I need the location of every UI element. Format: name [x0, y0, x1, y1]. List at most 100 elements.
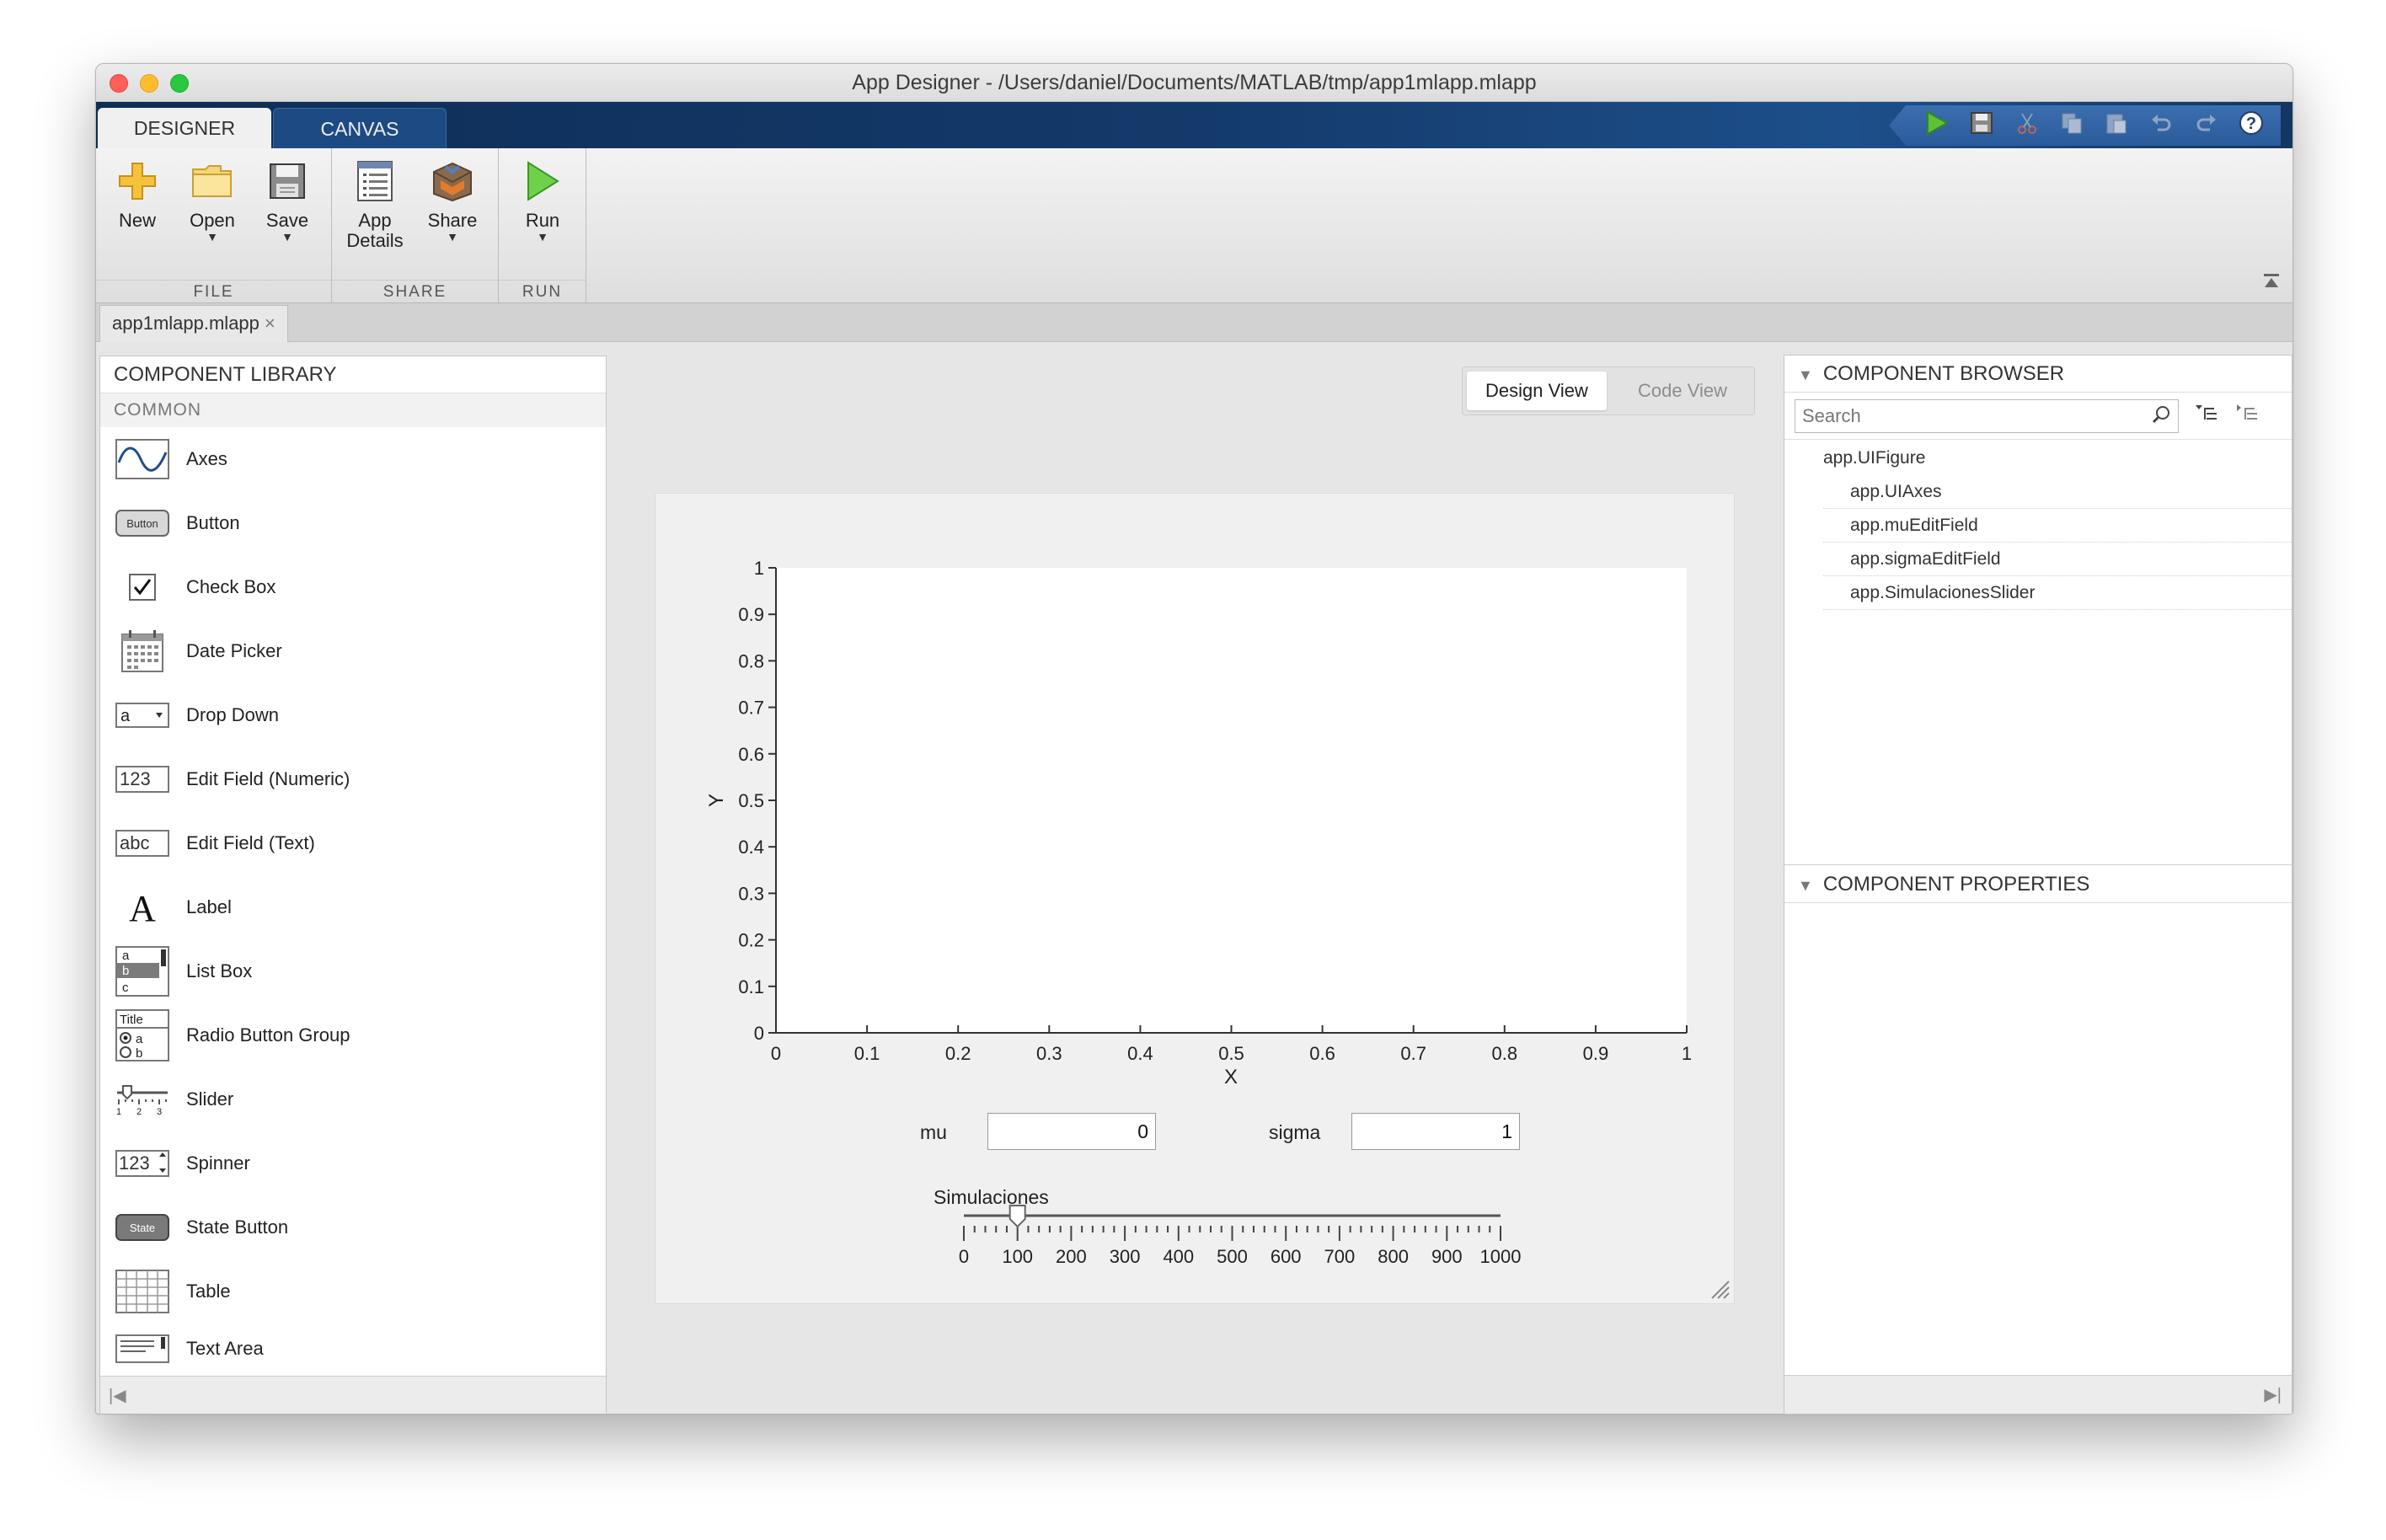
y-tick-label: 0.7	[738, 698, 764, 719]
slider-tick-label: 400	[1163, 1246, 1194, 1267]
cut-icon[interactable]	[2012, 111, 2042, 141]
share-button[interactable]: Share ▼	[415, 157, 490, 243]
slider-tick-label: 800	[1378, 1246, 1409, 1267]
title-bar: App Designer - /Users/daniel/Documents/M…	[96, 64, 2292, 102]
listbox-icon: abc	[115, 946, 169, 997]
share-group-label: SHARE	[332, 280, 498, 303]
scroll-first-icon[interactable]: |◀	[109, 1387, 126, 1405]
library-item-slider[interactable]: 1 2 3 Slider	[100, 1067, 606, 1131]
x-tick-label: 0	[771, 1043, 781, 1064]
design-view-button[interactable]: Design View	[1467, 372, 1607, 410]
slider-tick-label: 600	[1271, 1246, 1302, 1267]
ui-axes[interactable]: 0 0.1 0.2 0.3 0.4 0.5 0.6 0.7 0.8 0.9 1 0 0.1 0.2 0.3…	[655, 494, 1736, 1305]
library-item-label: State Button	[186, 1216, 289, 1238]
browser-search-input[interactable]: Search	[1795, 398, 2179, 433]
window-zoom-button[interactable]	[170, 74, 189, 93]
library-item-label: Spinner	[186, 1152, 250, 1174]
window-close-button[interactable]	[110, 74, 128, 93]
collapse-all-icon[interactable]	[2234, 403, 2260, 430]
new-button[interactable]: New	[99, 157, 175, 231]
x-tick-label: 0.6	[1309, 1043, 1335, 1064]
app-details-button[interactable]: App Details	[337, 157, 413, 251]
slider-tick-label: 200	[1056, 1246, 1087, 1267]
text-field-icon: abc	[115, 822, 169, 864]
save-icon[interactable]	[1966, 111, 1997, 141]
library-item-text-area[interactable]: Text Area	[100, 1323, 606, 1374]
help-icon[interactable]: ?	[2236, 110, 2266, 142]
component-browser-header[interactable]: ▼ COMPONENT BROWSER	[1784, 356, 2292, 393]
run-button[interactable]: Run ▼	[505, 157, 580, 243]
tree-item-simulaciones-slider[interactable]: app.SimulacionesSlider	[1823, 576, 2292, 610]
save-dropdown-icon[interactable]: ▼	[249, 231, 325, 243]
open-dropdown-icon[interactable]: ▼	[174, 231, 250, 243]
copy-icon[interactable]	[2057, 111, 2087, 141]
library-item-state-button[interactable]: State State Button	[100, 1195, 606, 1259]
mu-edit-field[interactable]: 0	[987, 1113, 1156, 1150]
run-icon[interactable]	[1922, 110, 1952, 142]
library-item-button[interactable]: Button Button	[100, 491, 606, 555]
library-item-label: Edit Field (Text)	[186, 832, 315, 853]
slider-tick-label: 900	[1431, 1246, 1463, 1267]
library-item-axes[interactable]: Axes	[100, 427, 606, 491]
tree-item-mu-edit-field[interactable]: app.muEditField	[1823, 509, 2292, 543]
library-item-table[interactable]: Table	[100, 1259, 606, 1323]
collapse-triangle-icon[interactable]: ▼	[1798, 356, 1813, 393]
library-item-label: Text Area	[186, 1338, 264, 1359]
run-dropdown-icon[interactable]: ▼	[505, 231, 580, 243]
open-button[interactable]: Open ▼	[174, 157, 250, 243]
undo-icon[interactable]	[2146, 111, 2176, 141]
library-item-drop-down[interactable]: a Drop Down	[100, 683, 606, 747]
resize-grip-icon[interactable]	[1709, 1278, 1731, 1300]
library-item-label: Radio Button Group	[186, 1024, 350, 1045]
save-button[interactable]: Save ▼	[249, 157, 325, 243]
window-minimize-button[interactable]	[140, 74, 158, 93]
library-item-label: Drop Down	[186, 704, 280, 725]
library-item-label: Date Picker	[186, 640, 282, 661]
svg-text:2: 2	[136, 1107, 142, 1116]
close-tab-icon[interactable]: ×	[265, 313, 276, 334]
document-tab-name: app1mlapp.mlapp	[112, 313, 259, 334]
share-icon	[431, 160, 474, 207]
axes-plot-area	[776, 568, 1687, 1033]
mu-label: mu	[920, 1121, 947, 1143]
library-item-date-picker[interactable]: Date Picker	[100, 619, 606, 683]
redo-icon[interactable]	[2191, 111, 2222, 141]
library-item-edit-field-numeric[interactable]: 123 Edit Field (Numeric)	[100, 747, 606, 811]
code-view-button[interactable]: Code View	[1613, 372, 1752, 410]
library-item-check-box[interactable]: Check Box	[100, 555, 606, 619]
x-tick-label: 0.8	[1492, 1043, 1518, 1064]
collapse-toolstrip-icon[interactable]	[2262, 272, 2281, 296]
slider-label: Simulaciones	[934, 1186, 1049, 1208]
paste-icon[interactable]	[2101, 111, 2132, 141]
tree-item-uifigure[interactable]: app.UIFigure	[1784, 441, 2292, 475]
y-tick-label: 1	[754, 558, 764, 579]
library-item-label-component[interactable]: A Label	[100, 875, 606, 939]
tree-item-uiaxes[interactable]: app.UIAxes	[1823, 475, 2292, 509]
run-label: Run	[525, 210, 560, 231]
library-item-radio-button-group[interactable]: Title a b Radio Button Group	[100, 1003, 606, 1067]
svg-text:abc: abc	[120, 832, 149, 853]
ui-figure[interactable]: 0 0.1 0.2 0.3 0.4 0.5 0.6 0.7 0.8 0.9 1 0 0.1 0.2 0.3…	[655, 493, 1735, 1304]
scroll-last-icon[interactable]: ▶|	[2264, 1386, 2282, 1404]
tab-designer[interactable]: DESIGNER	[98, 108, 271, 148]
sigma-edit-field[interactable]: 1	[1351, 1113, 1520, 1150]
y-tick-label: 0	[754, 1023, 764, 1044]
expand-all-icon[interactable]	[2194, 403, 2219, 430]
collapse-triangle-icon[interactable]: ▼	[1798, 866, 1813, 905]
tab-canvas[interactable]: CANVAS	[273, 108, 447, 148]
tree-item-sigma-edit-field[interactable]: app.sigmaEditField	[1823, 543, 2292, 576]
axes-icon	[115, 438, 169, 480]
component-properties-header[interactable]: ▼ COMPONENT PROPERTIES	[1784, 864, 2292, 903]
share-dropdown-icon[interactable]: ▼	[415, 231, 490, 243]
library-item-spinner[interactable]: 123 Spinner	[100, 1131, 606, 1195]
y-axis-label: Y	[705, 794, 728, 807]
spinner-icon: 123	[115, 1142, 169, 1184]
svg-text:State: State	[130, 1222, 155, 1234]
x-tick-label: 0.1	[854, 1043, 880, 1064]
x-axis-label: X	[1224, 1066, 1238, 1088]
ribbon-tab-strip: DESIGNER CANVAS ?	[96, 102, 2292, 148]
library-item-edit-field-text[interactable]: abc Edit Field (Text)	[100, 811, 606, 875]
library-item-list-box[interactable]: abc List Box	[100, 939, 606, 1003]
document-tab[interactable]: app1mlapp.mlapp ×	[99, 305, 288, 342]
library-item-label: Check Box	[186, 576, 276, 597]
